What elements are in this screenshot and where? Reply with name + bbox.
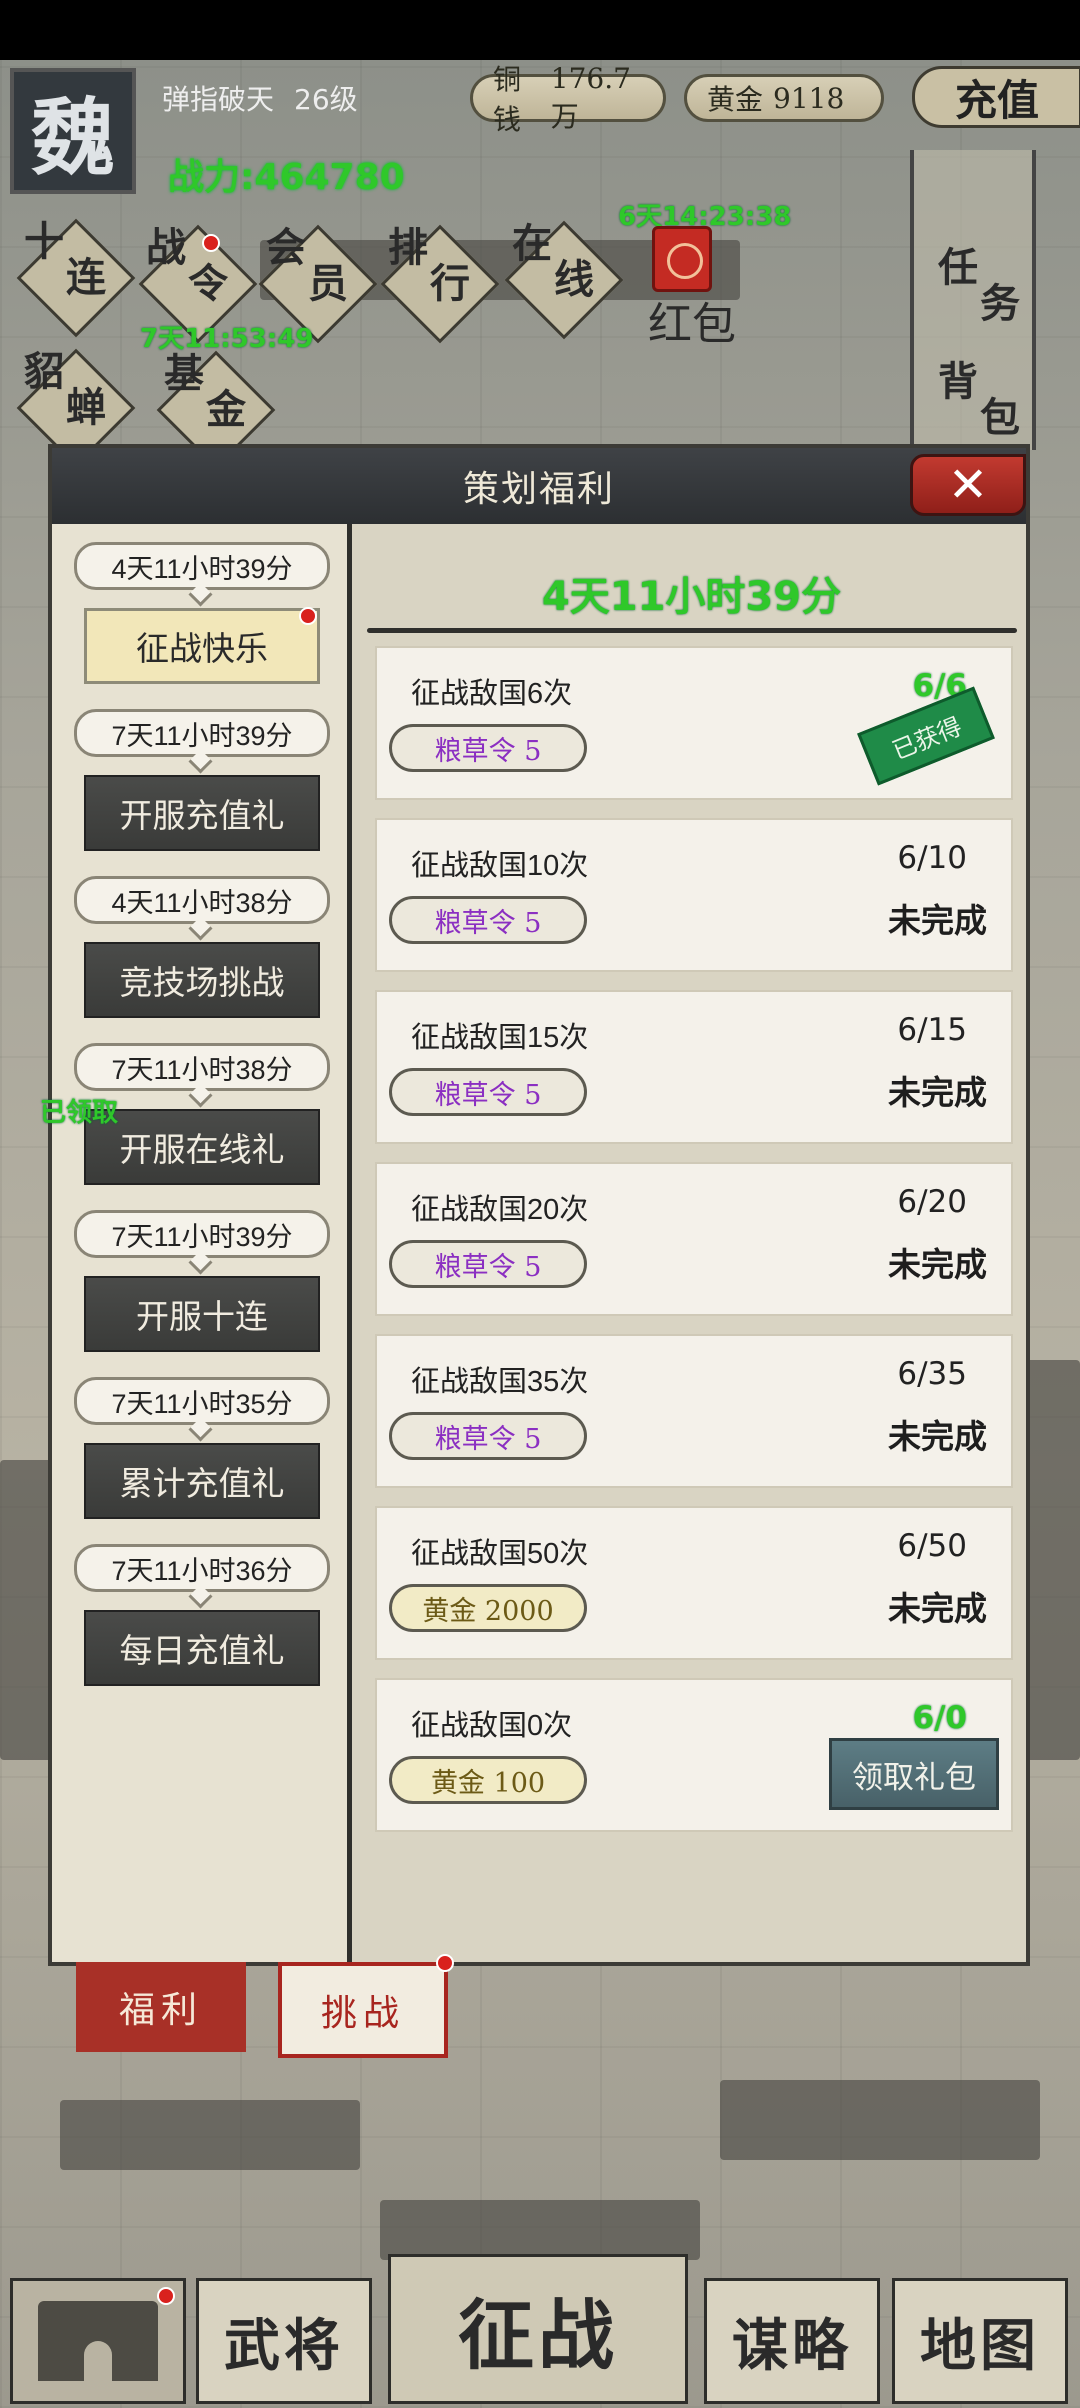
- task-row: 征战敌国50次 6/50 黄金 2000 未完成: [375, 1506, 1013, 1660]
- notification-dot: [157, 2287, 175, 2305]
- red-packet-icon[interactable]: [652, 226, 712, 292]
- sidebar-item-launch-ten-pull[interactable]: 7天11小时39分 开服十连: [74, 1210, 334, 1352]
- notification-dot: [436, 1954, 454, 1972]
- task-progress: 6/50: [897, 1528, 967, 1564]
- strategy-button[interactable]: 谋略: [704, 2278, 880, 2404]
- claimed-tag: 已领取: [40, 1098, 119, 1128]
- sidebar-item-launch-recharge[interactable]: 7天11小时39分 开服充值礼: [74, 709, 334, 851]
- copper-label: 铜钱: [493, 63, 522, 136]
- combat-power: 战力:464780: [168, 157, 405, 198]
- sidebar-item-label[interactable]: 开服十连: [84, 1276, 320, 1352]
- bottom-nav: 武将 征战 谋略 地图: [0, 2254, 1080, 2408]
- player-level: 26级: [294, 83, 358, 116]
- task-name: 征战敌国0次: [411, 1710, 573, 1742]
- gold-label: 黄金: [707, 83, 764, 116]
- sidebar-item-timer: 7天11小时39分: [74, 1210, 330, 1258]
- sidebar-item-cumulative-recharge[interactable]: 7天11小时35分 累计充值礼: [74, 1377, 334, 1519]
- sidebar-item-happy-march[interactable]: 4天11小时39分 征战快乐: [74, 542, 334, 684]
- panel-header: 策划福利: [52, 448, 1026, 524]
- task-content: 4天11小时39分 征战敌国6次 6/6 粮草令 5 已获得 征战敌国10次 6…: [357, 524, 1026, 1962]
- task-status: 未完成: [888, 1417, 987, 1456]
- sidebar-item-arena-challenge[interactable]: 4天11小时38分 竞技场挑战: [74, 876, 334, 1018]
- generals-button[interactable]: 武将: [196, 2278, 372, 2404]
- gold-currency[interactable]: 黄金 9118: [684, 74, 884, 122]
- event-countdown: 4天11小时39分: [541, 574, 842, 620]
- task-name: 征战敌国35次: [411, 1366, 589, 1398]
- task-name: 征战敌国50次: [411, 1538, 589, 1570]
- sidebar-item-label[interactable]: 开服在线礼: [84, 1109, 320, 1185]
- reward-pill[interactable]: 粮草令 5: [389, 1240, 587, 1288]
- sidebar-item-label[interactable]: 竞技场挑战: [84, 942, 320, 1018]
- close-button[interactable]: ✕: [910, 454, 1026, 516]
- welfare-panel: 策划福利 ✕ 4天11小时39分 征战快乐 7天11小时39分 开服充值礼 4天…: [48, 444, 1030, 1966]
- task-row: 征战敌国0次 6/0 黄金 100 领取礼包: [375, 1678, 1013, 1832]
- task-name: 征战敌国15次: [411, 1022, 589, 1054]
- reward-pill[interactable]: 黄金 2000: [389, 1584, 587, 1632]
- sidebar-item-daily-recharge[interactable]: 7天11小时36分 每日充值礼: [74, 1544, 334, 1686]
- sidebar-item-label[interactable]: 征战快乐: [84, 607, 320, 684]
- task-status: 未完成: [888, 1589, 987, 1628]
- sidebar-item-timer: 4天11小时39分: [74, 542, 330, 590]
- reward-pill[interactable]: 黄金 100: [389, 1756, 587, 1804]
- task-name: 征战敌国20次: [411, 1194, 589, 1226]
- online-button[interactable]: 在 线: [504, 220, 624, 340]
- sidebar-item-timer: 4天11小时38分: [74, 876, 330, 924]
- player-name: 弹指破天: [162, 83, 275, 116]
- sidebar-item-timer: 7天11小时39分: [74, 709, 330, 757]
- task-row: 征战敌国20次 6/20 粮草令 5 未完成: [375, 1162, 1013, 1316]
- reward-pill[interactable]: 粮草令 5: [389, 896, 587, 944]
- vip-button[interactable]: 会 员: [258, 224, 378, 344]
- task-row: 征战敌国6次 6/6 粮草令 5 已获得: [375, 646, 1013, 800]
- task-name: 征战敌国6次: [411, 678, 573, 710]
- sidebar-item-timer: 7天11小时38分: [74, 1043, 330, 1091]
- task-status: 未完成: [888, 1245, 987, 1284]
- reward-pill[interactable]: 粮草令 5: [389, 1412, 587, 1460]
- close-x-icon: ✕: [947, 457, 989, 513]
- notification-dot: [299, 607, 317, 625]
- recharge-button[interactable]: 充值: [912, 66, 1080, 128]
- map-button[interactable]: 地图: [892, 2278, 1068, 2404]
- task-progress: 6/0: [912, 1700, 967, 1736]
- tab-welfare[interactable]: 福利: [76, 1962, 246, 2052]
- sidebar-item-label[interactable]: 每日充值礼: [84, 1610, 320, 1686]
- task-row: 征战敌国10次 6/10 粮草令 5 未完成: [375, 818, 1013, 972]
- city-gate-icon: [38, 2301, 158, 2381]
- reward-pill[interactable]: 粮草令 5: [389, 724, 587, 772]
- claim-gift-button[interactable]: 领取礼包: [829, 1738, 999, 1810]
- panel-title: 策划福利: [462, 469, 615, 510]
- tab-challenge[interactable]: 挑战: [278, 1954, 454, 2058]
- tasks-button[interactable]: 任 务: [938, 248, 1020, 324]
- copper-value: 176.7万: [550, 61, 631, 133]
- task-progress: 6/20: [897, 1184, 967, 1220]
- kingdom-badge[interactable]: 魏: [10, 68, 136, 194]
- sidebar-item-timer: 7天11小时35分: [74, 1377, 330, 1425]
- red-packet-label[interactable]: 红包: [648, 288, 736, 352]
- task-progress: 6/35: [897, 1356, 967, 1392]
- divider: [367, 628, 1017, 633]
- fund-button[interactable]: 基 金: [156, 350, 276, 470]
- copper-currency[interactable]: 铜钱 176.7万: [470, 62, 666, 136]
- marten-cicada-button[interactable]: 貂 蝉: [16, 348, 136, 468]
- battle-pass-button[interactable]: 战 令: [138, 224, 258, 344]
- sidebar-item-label[interactable]: 累计充值礼: [84, 1443, 320, 1519]
- sidebar-item-timer: 7天11小时36分: [74, 1544, 330, 1592]
- task-progress: 6/10: [897, 840, 967, 876]
- gold-value: 9118: [773, 81, 845, 115]
- sidebar-item-label[interactable]: 开服充值礼: [84, 775, 320, 851]
- event-sidebar: 4天11小时39分 征战快乐 7天11小时39分 开服充值礼 4天11小时38分…: [52, 524, 352, 1962]
- task-progress: 6/15: [897, 1012, 967, 1048]
- task-row: 征战敌国15次 6/15 粮草令 5 未完成: [375, 990, 1013, 1144]
- march-button[interactable]: 征战: [388, 2254, 688, 2404]
- ranking-button[interactable]: 排 行: [380, 224, 500, 344]
- bag-button[interactable]: 背 包: [938, 362, 1020, 438]
- status-bar: [0, 0, 1080, 62]
- ten-pull-button[interactable]: 十 连: [16, 218, 136, 338]
- reward-pill[interactable]: 粮草令 5: [389, 1068, 587, 1116]
- city-button[interactable]: [10, 2278, 186, 2404]
- task-row: 征战敌国35次 6/35 粮草令 5 未完成: [375, 1334, 1013, 1488]
- task-name: 征战敌国10次: [411, 850, 589, 882]
- task-status: 未完成: [888, 901, 987, 940]
- task-status: 未完成: [888, 1073, 987, 1112]
